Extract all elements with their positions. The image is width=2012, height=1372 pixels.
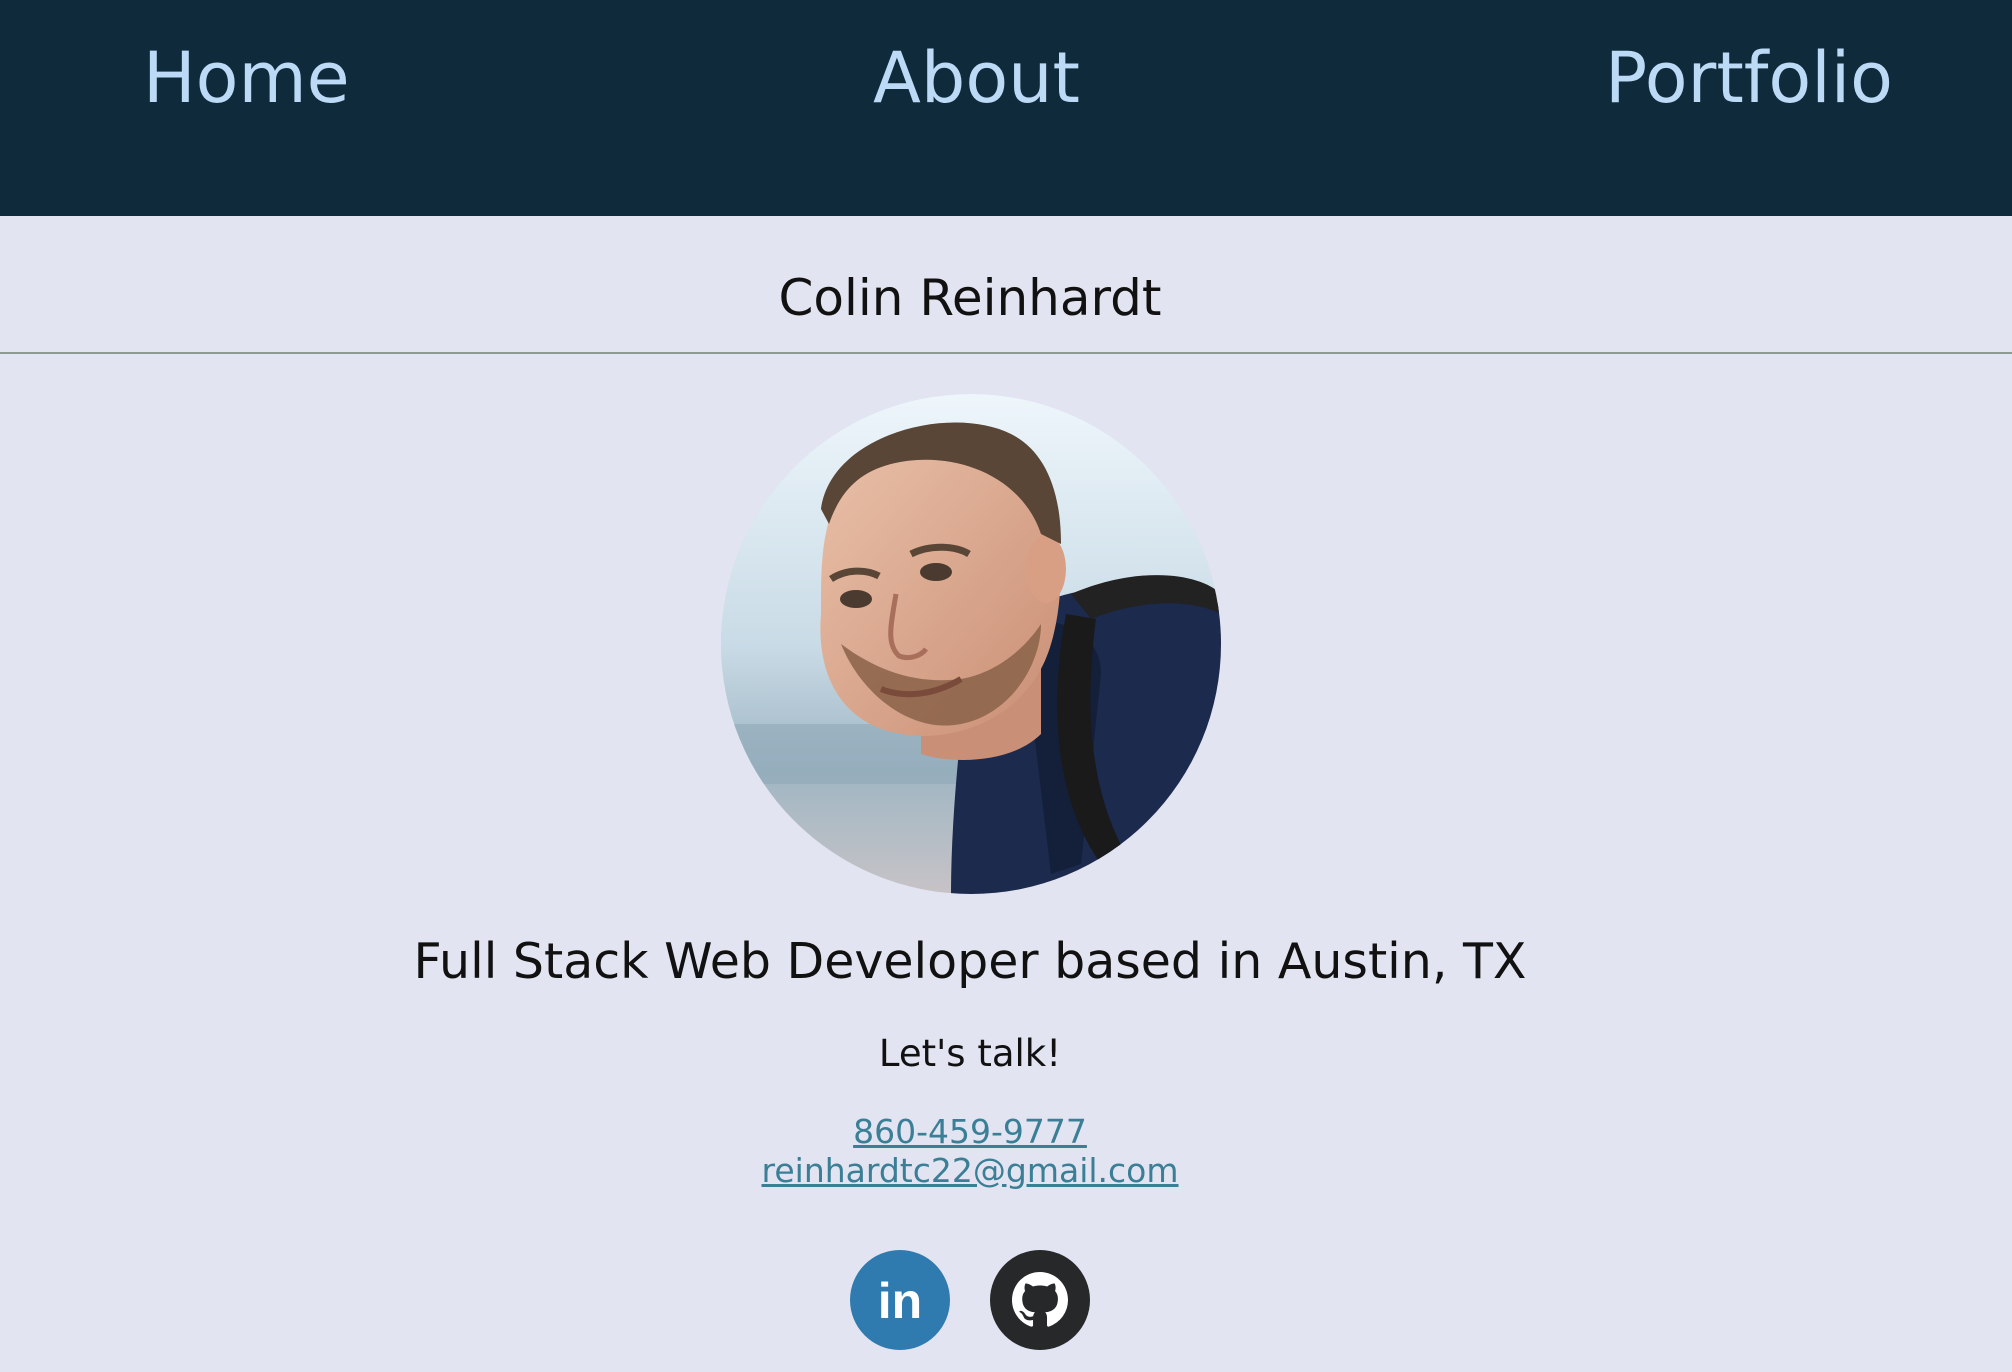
name-header: Colin Reinhardt	[0, 216, 2012, 354]
linkedin-button[interactable]: in	[850, 1250, 950, 1350]
nav-link-home[interactable]: Home	[143, 36, 350, 120]
profile-avatar	[721, 394, 1221, 894]
contact-cta: Let's talk!	[878, 1032, 1062, 1075]
phone-link[interactable]: 860-459-9777	[0, 1112, 1940, 1152]
tagline: Full Stack Web Developer based in Austin…	[413, 933, 1527, 990]
nav-link-portfolio[interactable]: Portfolio	[1605, 36, 1893, 120]
github-button[interactable]	[990, 1250, 1090, 1350]
github-icon	[1012, 1272, 1068, 1327]
email-link[interactable]: reinhardtc22@gmail.com	[0, 1151, 1940, 1191]
linkedin-icon: in	[877, 1273, 923, 1329]
page-title: Colin Reinhardt	[778, 269, 1162, 327]
top-navbar: Home About Portfolio	[0, 0, 2012, 216]
profile-photo-icon	[721, 394, 1221, 894]
nav-link-about[interactable]: About	[873, 36, 1080, 120]
